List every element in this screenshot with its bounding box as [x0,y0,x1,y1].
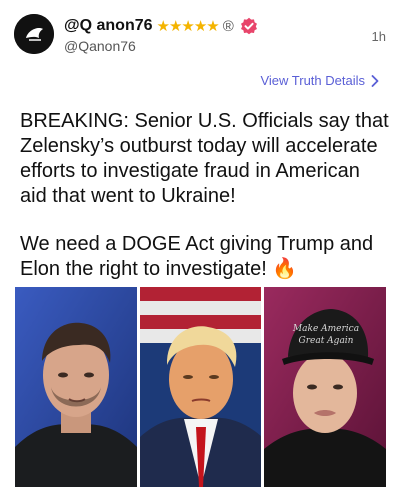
truth-post: @Q anon76 ★★★★★ ® @Qanon76 1h View Truth… [0,0,401,500]
verified-badge-icon [240,17,258,35]
post-image-right[interactable]: Make America Great Again [264,287,387,487]
post-text-paragraph-1: BREAKING: Senior U.S. Officials say that… [20,110,389,207]
portrait-image-left [15,287,137,487]
post-image-left[interactable] [15,287,137,487]
view-truth-details-label: View Truth Details [260,73,365,88]
post-timestamp: 1h [371,29,386,44]
hat-text-line1: Make America [292,324,359,334]
chevron-right-icon [371,74,379,87]
name-row: @Q anon76 ★★★★★ ® [64,15,258,37]
avatar-logo-icon [14,14,54,54]
display-name[interactable]: @Q anon76 [64,17,153,35]
post-image-collage[interactable]: Make America Great Again [15,287,387,487]
portrait-image-right: Make America Great Again [264,287,387,487]
avatar[interactable] [14,14,54,54]
post-text-paragraph-2: We need a DOGE Act giving Trump and Elon… [20,233,374,280]
registered-mark: ® [222,17,234,35]
hat-text-line2: Great Again [299,336,354,346]
star-rating-icons: ★★★★★ [156,18,220,35]
portrait-image-middle [139,287,262,487]
user-handle[interactable]: @Qanon76 [64,38,136,54]
view-truth-details-link[interactable]: View Truth Details [260,73,379,88]
post-image-middle[interactable] [139,287,262,487]
